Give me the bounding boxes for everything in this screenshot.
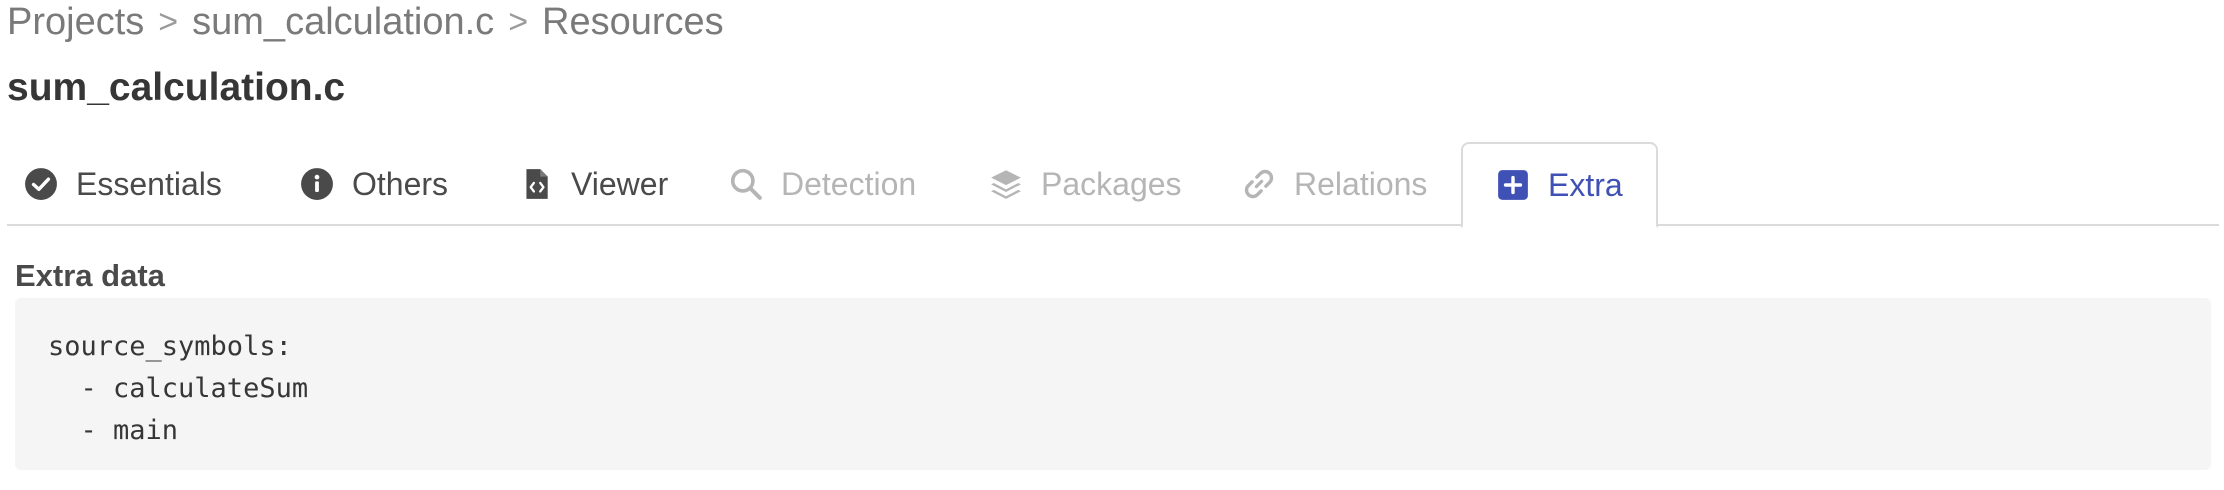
link-icon: [1242, 167, 1276, 201]
tab-bar: Essentials Others Viewer Detection Packa…: [7, 142, 2219, 228]
breadcrumb-item-file[interactable]: sum_calculation.c: [192, 1, 494, 44]
breadcrumb-item-projects[interactable]: Projects: [7, 1, 144, 44]
breadcrumb-item-resources[interactable]: Resources: [542, 1, 724, 44]
breadcrumb-separator: >: [158, 2, 179, 41]
search-icon: [729, 167, 763, 201]
tab-others[interactable]: Others: [300, 142, 448, 226]
code-file-icon: [519, 167, 553, 201]
tab-label: Others: [352, 165, 449, 202]
tab-packages: Packages: [989, 142, 1182, 226]
breadcrumb-separator: >: [508, 2, 529, 41]
tab-detection: Detection: [729, 142, 916, 226]
info-circle-icon: [300, 167, 334, 201]
section-label: Extra data: [15, 258, 165, 293]
tab-viewer[interactable]: Viewer: [519, 142, 668, 226]
breadcrumb: Projects > sum_calculation.c > Resources: [7, 0, 724, 44]
plus-square-icon: [1496, 168, 1530, 202]
tab-label: Relations: [1294, 165, 1428, 202]
tab-label: Extra: [1548, 166, 1623, 203]
tab-label: Essentials: [76, 165, 222, 202]
extra-data-code-block: source_symbols: - calculateSum - main: [15, 298, 2211, 470]
tab-essentials[interactable]: Essentials: [24, 142, 222, 226]
tab-label: Viewer: [571, 165, 669, 202]
layers-icon: [989, 167, 1023, 201]
page-title: sum_calculation.c: [7, 66, 346, 109]
tab-extra[interactable]: Extra: [1461, 142, 1658, 228]
tab-relations: Relations: [1242, 142, 1427, 226]
tab-label: Packages: [1041, 165, 1182, 202]
check-circle-icon: [24, 167, 58, 201]
tab-label: Detection: [781, 165, 917, 202]
